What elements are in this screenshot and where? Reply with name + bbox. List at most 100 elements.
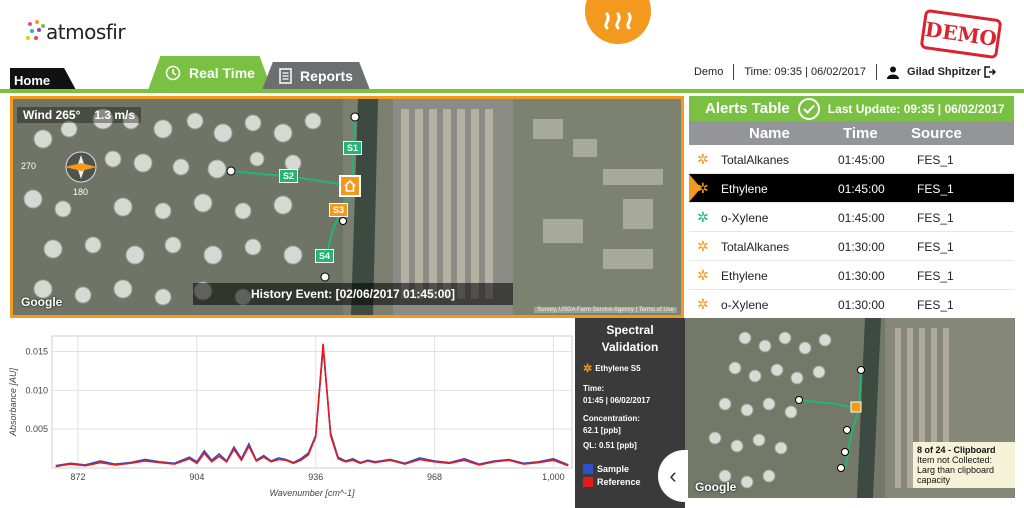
demo-stamp: DEMO bbox=[919, 8, 1003, 60]
spectral-title-line1: Spectral bbox=[606, 323, 654, 337]
document-icon bbox=[279, 68, 292, 84]
separator bbox=[876, 64, 878, 80]
column-time[interactable]: Time bbox=[843, 125, 878, 142]
alert-time: 01:30:00 bbox=[838, 240, 885, 254]
alert-name: Ethylene bbox=[721, 269, 768, 283]
y-axis-label: Absorbance [AU] bbox=[8, 367, 18, 437]
spectral-concentration-label: Concentration: bbox=[583, 414, 640, 423]
alert-name: TotalAlkanes bbox=[721, 240, 790, 254]
sensor-marker-s4[interactable]: S4 bbox=[315, 249, 335, 263]
map-attribution[interactable]: Survey, USDA Farm Service Agency | Terms… bbox=[534, 307, 677, 313]
wind-direction: Wind 265° bbox=[23, 108, 81, 122]
alert-source: FES_1 bbox=[917, 298, 954, 312]
alerts-header: Alerts Table Last Update: 09:35 | 06/02/… bbox=[689, 96, 1014, 121]
y-tick-label: 0.010 bbox=[25, 385, 48, 395]
wind-readout: Wind 265° 1.3 m/s bbox=[17, 107, 142, 123]
x-tick-label: 904 bbox=[189, 472, 204, 482]
y-tick-label: 0.005 bbox=[25, 424, 48, 434]
alert-row[interactable]: ✲ o-Xylene 01:30:00 FES_1 bbox=[689, 290, 1014, 318]
check-icon bbox=[797, 97, 820, 120]
alert-source: FES_1 bbox=[917, 240, 954, 254]
alert-row[interactable]: ✲ Ethylene 01:30:00 FES_1 bbox=[689, 261, 1014, 290]
alert-time: 01:45:00 bbox=[838, 153, 885, 167]
alert-source: FES_1 bbox=[917, 269, 954, 283]
x-tick-label: 968 bbox=[427, 472, 442, 482]
alert-star-icon: ✲ bbox=[583, 363, 593, 375]
x-tick-label: 936 bbox=[308, 472, 323, 482]
clipboard-text: Item not Collected: Larg than clipboard … bbox=[917, 455, 995, 485]
alert-star-icon: ✲ bbox=[697, 296, 709, 312]
home-marker-icon[interactable] bbox=[339, 175, 361, 197]
legend-sample-label: Sample bbox=[597, 464, 630, 474]
spectral-title-line2: Validation bbox=[601, 340, 659, 354]
x-tick-label: 872 bbox=[70, 472, 85, 482]
alert-time: 01:30:00 bbox=[838, 298, 885, 312]
y-tick-label: 0.015 bbox=[25, 347, 48, 357]
spectral-time-value: 01:45 | 06/02/2017 bbox=[583, 396, 651, 405]
compass-label-270: 270 bbox=[21, 161, 37, 171]
alert-row[interactable]: ✲ TotalAlkanes 01:30:00 FES_1 bbox=[689, 232, 1014, 261]
alert-name: TotalAlkanes bbox=[721, 153, 790, 167]
alert-name: o-Xylene bbox=[721, 298, 769, 312]
main-map[interactable]: Wind 265° 1.3 m/s 270 180 S1 S2 S3 S4 Hi… bbox=[10, 96, 684, 318]
history-event-label: History Event: [02/06/2017 01:45:00] bbox=[193, 283, 513, 305]
clock-icon bbox=[165, 65, 181, 81]
compass-label-180: 180 bbox=[73, 187, 89, 197]
alert-star-icon: ✲ bbox=[697, 238, 709, 254]
alerts-title: Alerts Table bbox=[705, 100, 790, 117]
column-name[interactable]: Name bbox=[749, 125, 790, 142]
user-name[interactable]: Gilad Shpitzer bbox=[907, 66, 981, 78]
alert-star-icon: ✲ bbox=[697, 151, 709, 167]
wind-speed: 1.3 m/s bbox=[94, 108, 136, 122]
alert-row[interactable]: ✲ TotalAlkanes 01:45:00 FES_1 bbox=[689, 145, 1014, 174]
alerts-last-update: Last Update: 09:35 | 06/02/2017 bbox=[827, 101, 1005, 116]
tab-real-time-label: Real Time bbox=[189, 65, 255, 81]
logo-mark bbox=[26, 18, 46, 46]
legend-reference-label: Reference bbox=[597, 477, 641, 487]
x-tick-label: 1,000 bbox=[542, 472, 565, 482]
header-divider bbox=[0, 89, 1024, 93]
alert-time: 01:30:00 bbox=[838, 269, 885, 283]
tab-home[interactable]: Home bbox=[10, 68, 76, 90]
google-logo: Google bbox=[21, 295, 63, 309]
heat-icon[interactable] bbox=[585, 0, 651, 44]
sensor-marker-s2[interactable]: S2 bbox=[279, 169, 299, 183]
alert-row[interactable]: ✲ Ethylene 01:45:00 FES_1 bbox=[689, 174, 1014, 203]
alerts-column-headers: Name Time Source bbox=[689, 121, 1014, 145]
absorbance-chart: 872 904 936 968 1,000 0.005 0.010 0.015 Wavenumb… bbox=[8, 335, 573, 498]
spectral-concentration-value: 62.1 [ppb] bbox=[583, 426, 621, 435]
status-bar: Demo Time: 09:35 | 06/02/2017 Gilad Shpi… bbox=[694, 64, 996, 80]
sensor-marker-s3[interactable]: S3 bbox=[329, 203, 349, 217]
logo-text: atmosfir bbox=[46, 20, 126, 44]
compass-icon bbox=[65, 151, 97, 183]
sensor-marker-s1[interactable]: S1 bbox=[343, 141, 363, 155]
clipboard-tooltip: 8 of 24 - Clipboard Item not Collected: … bbox=[913, 442, 1015, 488]
alert-time: 01:45:00 bbox=[838, 182, 885, 196]
separator bbox=[733, 64, 735, 80]
logout-icon[interactable] bbox=[984, 66, 996, 78]
sensor-minimap[interactable]: Google 8 of 24 - Clipboard Item not Coll… bbox=[685, 318, 1015, 498]
alert-star-icon: ✲ bbox=[697, 267, 709, 283]
alert-name: Ethylene bbox=[721, 182, 768, 196]
minimap-google-logo: Google bbox=[695, 480, 737, 494]
alerts-table-body: ✲ TotalAlkanes 01:45:00 FES_1 ✲ Ethylene 01:45… bbox=[689, 145, 1014, 318]
x-axis-label: Wavenumber [cm^-1] bbox=[269, 488, 355, 498]
alert-name: o-Xylene bbox=[721, 211, 769, 225]
alert-time: 01:45:00 bbox=[838, 211, 885, 225]
column-source[interactable]: Source bbox=[911, 125, 962, 142]
spectral-ql-value: QL: 0.51 [ppb] bbox=[583, 441, 637, 450]
legend-swatch-reference bbox=[583, 477, 593, 487]
app-logo[interactable]: atmosfir bbox=[26, 18, 126, 46]
alert-row[interactable]: ✲ o-Xylene 01:45:00 FES_1 bbox=[689, 203, 1014, 232]
plot-area bbox=[51, 335, 573, 469]
alerts-panel: Alerts Table Last Update: 09:35 | 06/02/… bbox=[689, 96, 1014, 318]
spectral-gas-label: Ethylene S5 bbox=[595, 364, 641, 373]
tab-real-time[interactable]: Real Time bbox=[148, 56, 272, 90]
time-label: Time: 09:35 | 06/02/2017 bbox=[744, 66, 867, 78]
legend-swatch-sample bbox=[583, 464, 593, 474]
tab-reports[interactable]: Reports bbox=[262, 62, 370, 90]
mode-label: Demo bbox=[693, 66, 724, 78]
clipboard-title: 8 of 24 - Clipboard bbox=[917, 445, 996, 455]
spectral-gas: ✲ Ethylene S5 bbox=[583, 362, 677, 375]
spectral-time-label: Time: bbox=[583, 384, 605, 393]
